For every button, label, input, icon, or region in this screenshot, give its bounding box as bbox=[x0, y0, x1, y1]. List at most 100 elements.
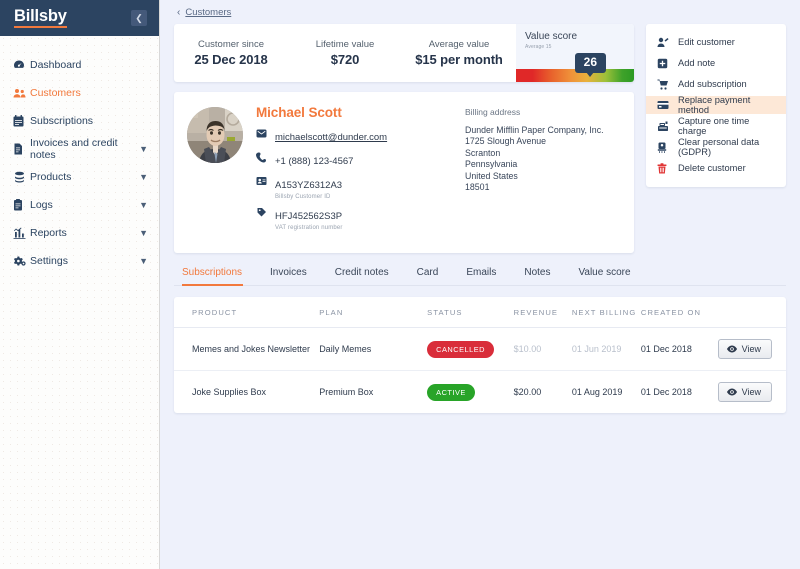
value-score-panel[interactable]: Value score Average 15 26 bbox=[516, 24, 634, 82]
sidebar-item-label: Reports bbox=[30, 226, 67, 239]
action-add-subscription[interactable]: Add subscription bbox=[646, 75, 786, 93]
customer-billsby-id: A153YZ6312A3 bbox=[275, 180, 343, 191]
customer-email[interactable]: michaelscott@dunder.com bbox=[275, 132, 387, 143]
cell-status: ACTIVE bbox=[427, 371, 514, 414]
column-header-plan: PLAN bbox=[319, 297, 428, 328]
chevron-down-icon[interactable]: ▼ bbox=[139, 228, 148, 238]
cell-product: Memes and Jokes Newsletter bbox=[174, 327, 320, 371]
chevron-down-icon[interactable]: ▼ bbox=[139, 256, 148, 266]
sidebar-nav: Dashboard Customers Subscriptions Invoic… bbox=[0, 36, 159, 270]
action-replace-payment-method[interactable]: Replace payment method bbox=[646, 95, 786, 115]
overview-row: Customer since 25 Dec 2018 Lifetime valu… bbox=[174, 24, 786, 253]
customer-name: Michael Scott bbox=[256, 105, 342, 120]
tab-subscriptions[interactable]: Subscriptions bbox=[178, 267, 256, 286]
cell-actions: View bbox=[717, 371, 786, 414]
tab-emails[interactable]: Emails bbox=[452, 267, 510, 285]
overview-left-column: Customer since 25 Dec 2018 Lifetime valu… bbox=[174, 24, 634, 253]
column-header-created-on: CREATED ON bbox=[640, 297, 718, 328]
sidebar-item-label: Customers bbox=[30, 86, 81, 99]
sidebar-collapse-button[interactable]: ❮ bbox=[131, 10, 147, 26]
chevron-left-icon: ❮ bbox=[135, 13, 143, 23]
cell-created-on: 01 Dec 2018 bbox=[640, 327, 718, 371]
cell-status: CANCELLED bbox=[427, 327, 514, 371]
sidebar-item-invoices-and-credit-notes[interactable]: Invoices and credit notes ▼ bbox=[0, 137, 159, 161]
column-header-actions bbox=[717, 297, 786, 328]
chevron-down-icon[interactable]: ▼ bbox=[139, 200, 148, 210]
products-icon bbox=[13, 171, 30, 183]
customer-vat-number: HFJ452562S3P bbox=[275, 211, 343, 222]
metric-customer-since: Customer since 25 Dec 2018 bbox=[174, 24, 288, 82]
sidebar-item-customers[interactable]: Customers bbox=[0, 83, 159, 102]
tab-value-score[interactable]: Value score bbox=[564, 267, 644, 285]
sidebar-item-subscriptions[interactable]: Subscriptions bbox=[0, 111, 159, 130]
metric-value: 25 Dec 2018 bbox=[194, 52, 268, 67]
billing-address-title: Billing address bbox=[465, 107, 521, 117]
billing-address-line: United States bbox=[465, 170, 518, 181]
metric-label: Average value bbox=[428, 39, 490, 50]
tab-label: Notes bbox=[524, 267, 551, 278]
tab-invoices[interactable]: Invoices bbox=[256, 267, 321, 285]
table-body: Memes and Jokes Newsletter Daily Memes C… bbox=[174, 327, 786, 414]
billing-address-line: 1725 Slough Avenue bbox=[465, 136, 547, 147]
action-capture-one-time-charge[interactable]: Capture one time charge bbox=[646, 116, 786, 136]
action-clear-personal-data[interactable]: Clear personal data (GDPR) bbox=[646, 137, 786, 157]
sidebar-item-logs[interactable]: Logs ▼ bbox=[0, 195, 159, 214]
metric-lifetime-value: Lifetime value $720 bbox=[288, 24, 402, 82]
view-button[interactable]: View bbox=[717, 339, 772, 359]
chevron-down-icon[interactable]: ▼ bbox=[139, 172, 148, 182]
user-edit-icon bbox=[657, 37, 670, 48]
customer-info: Michael Scott michaelscott@dunder.com +1… bbox=[256, 105, 452, 237]
breadcrumb-link-customers[interactable]: Customers bbox=[185, 7, 231, 18]
cell-plan: Daily Memes bbox=[319, 327, 428, 371]
bar-chart-icon bbox=[13, 227, 30, 239]
action-edit-customer[interactable]: Edit customer bbox=[646, 33, 786, 51]
billing-address-line: Dunder Mifflin Paper Company, Inc. bbox=[465, 125, 604, 135]
tab-card[interactable]: Card bbox=[403, 267, 453, 285]
billing-address-line: Scranton bbox=[465, 147, 501, 158]
tab-label: Card bbox=[416, 267, 439, 278]
detail-tabs: Subscriptions Invoices Credit notes Card… bbox=[174, 267, 786, 286]
view-button-label: View bbox=[741, 387, 761, 397]
invoice-icon bbox=[13, 143, 30, 155]
subscriptions-table: PRODUCT PLAN STATUS REVENUE NEXT BILLING… bbox=[174, 297, 786, 413]
subscriptions-table-card: PRODUCT PLAN STATUS REVENUE NEXT BILLING… bbox=[174, 297, 786, 413]
view-button[interactable]: View bbox=[717, 382, 772, 402]
customer-email-row: michaelscott@dunder.com bbox=[256, 127, 452, 145]
phone-icon bbox=[256, 151, 268, 163]
customer-details-card: Michael Scott michaelscott@dunder.com +1… bbox=[174, 92, 634, 253]
action-delete-customer[interactable]: Delete customer bbox=[646, 159, 786, 177]
customer-billsby-id-label: Billsby Customer ID bbox=[275, 194, 331, 200]
action-add-note[interactable]: Add note bbox=[646, 54, 786, 72]
status-badge: CANCELLED bbox=[427, 340, 495, 358]
tab-notes[interactable]: Notes bbox=[510, 267, 564, 285]
cell-revenue: $20.00 bbox=[513, 387, 542, 397]
calendar-icon bbox=[13, 114, 30, 127]
tag-icon bbox=[256, 206, 268, 218]
eye-icon bbox=[726, 388, 737, 396]
tab-label: Emails bbox=[466, 267, 497, 278]
table-row[interactable]: Memes and Jokes Newsletter Daily Memes C… bbox=[174, 327, 786, 371]
metric-value: $15 per month bbox=[415, 52, 503, 67]
tab-label: Subscriptions bbox=[182, 267, 243, 278]
tab-label: Credit notes bbox=[334, 267, 389, 278]
sidebar-item-reports[interactable]: Reports ▼ bbox=[0, 223, 159, 242]
sidebar-item-products[interactable]: Products ▼ bbox=[0, 167, 159, 186]
customer-phone-row: +1 (888) 123-4567 bbox=[256, 151, 452, 169]
table-head: PRODUCT PLAN STATUS REVENUE NEXT BILLING… bbox=[174, 297, 786, 328]
note-plus-icon bbox=[657, 58, 670, 69]
cell-plan: Premium Box bbox=[319, 387, 374, 397]
sidebar-item-dashboard[interactable]: Dashboard bbox=[0, 55, 159, 74]
tab-label: Invoices bbox=[270, 267, 307, 278]
sidebar-item-settings[interactable]: Settings ▼ bbox=[0, 251, 159, 270]
tab-credit-notes[interactable]: Credit notes bbox=[321, 267, 403, 285]
sidebar: Billsby ❮ Dashboard Customers Subscripti… bbox=[0, 0, 160, 569]
status-badge: ACTIVE bbox=[427, 383, 475, 401]
table-row[interactable]: Joke Supplies Box Premium Box ACTIVE $20… bbox=[174, 371, 786, 414]
credit-card-icon bbox=[657, 100, 670, 110]
overview-right-column: Edit customer Add note Add subscription … bbox=[646, 24, 786, 187]
gear-icon bbox=[13, 255, 30, 267]
breadcrumb: ‹ Customers bbox=[174, 0, 786, 24]
chevron-down-icon[interactable]: ▼ bbox=[139, 144, 148, 154]
value-score-badge: 26 bbox=[574, 53, 606, 77]
main-content: ‹ Customers Customer since 25 Dec 2018 L… bbox=[160, 0, 800, 569]
